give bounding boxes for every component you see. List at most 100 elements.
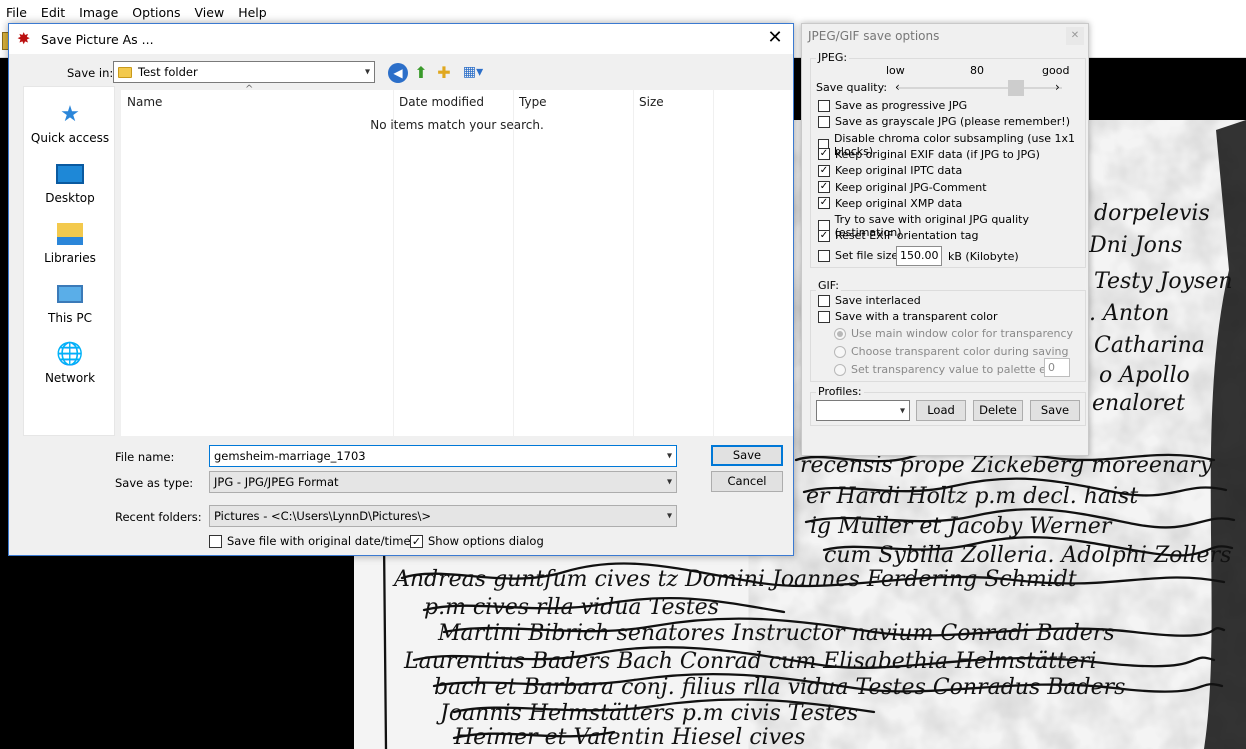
jpeg-option-checkbox[interactable]: ✓ Keep original IPTC data [818,164,962,177]
checkmark-icon: ✓ [818,197,830,210]
keep-date-checkbox[interactable]: Save file with original date/time [209,534,411,548]
desktop-icon [56,161,84,187]
keep-date-label: Save file with original date/time [227,534,411,548]
save-transparent-label: Save with a transparent color [835,310,998,323]
show-options-label: Show options dialog [428,534,544,548]
save-in-label: Save in: [67,66,114,80]
load-profile-button[interactable]: Load [916,400,966,421]
profiles-select[interactable]: ▾ [816,400,910,421]
checkbox-box [818,99,830,112]
empty-message: No items match your search. [370,118,544,132]
save-transparent-checkbox[interactable]: Save with a transparent color [818,310,998,323]
dialog-titlebar[interactable]: ✸ Save Picture As ... ✕ [9,24,793,54]
menu-view[interactable]: View [195,5,225,20]
place-label: This PC [48,311,92,325]
up-folder-icon[interactable]: ⬆ [411,62,431,82]
svg-text:recensis prope Zickeberg moree: recensis prope Zickeberg moreenary [800,453,1213,478]
place-this-pc[interactable]: This PC [24,281,116,325]
svg-text:er Hardi Holtz p.m decl. haist: er Hardi Holtz p.m decl. haist [806,484,1138,509]
checkmark-icon: ✓ [410,534,423,548]
column-divider [513,90,514,436]
svg-text:o Apollo: o Apollo [1099,363,1190,388]
radio-main-window-color[interactable]: Use main window color for transparency [834,327,1073,340]
place-network[interactable]: 🌐 Network [24,341,116,386]
checkbox-box [818,249,830,262]
svg-text:Joannis Helmstätters p.m civis: Joannis Helmstätters p.m civis Testes [436,701,858,726]
gif-group-label: GIF: [816,279,841,292]
slider-thumb[interactable] [1008,80,1025,96]
cancel-button[interactable]: Cancel [711,471,783,492]
save-in-combo[interactable]: Test folder ▾ [113,61,375,83]
checkmark-icon: ✓ [818,164,830,177]
jpeg-option-label: Keep original EXIF data (if JPG to JPG) [835,147,1040,161]
svg-text:Martini Bibrich senatores In: Martini Bibrich senatores Instructor nav… [437,621,1115,646]
file-name-value: gemsheim-marriage_1703 [214,449,366,463]
svg-text:cum Sybilla Zolleria. Adolphi: cum Sybilla Zolleria. Adolphi Zollers [824,543,1231,568]
file-size-input[interactable]: 150.00 [896,246,942,266]
app-logo-icon: ✸ [17,29,31,48]
checkmark-icon: ✓ [818,148,830,161]
jpeg-option-label: Reset EXIF orientation tag [835,229,979,243]
jpeg-gif-options-panel: JPEG/GIF save options ✕ JPEG: low 80 goo… [801,23,1089,456]
svg-text:enaloret: enaloret [1092,391,1185,416]
place-desktop[interactable]: Desktop [24,161,116,205]
slider-right-icon[interactable]: › [1055,80,1060,94]
column-size[interactable]: Size [633,90,713,114]
jpeg-option-checkbox[interactable]: ✓ Keep original JPG-Comment [818,181,987,194]
recent-folders-value: Pictures - <C:\Users\LynnD\Pictures\> [214,509,432,523]
column-type[interactable]: Type [513,90,633,114]
jpeg-option-checkbox[interactable]: Save as grayscale JPG (please remember!) [818,115,1070,128]
jpeg-option-checkbox[interactable]: Save as progressive JPG [818,99,967,112]
menu-help[interactable]: Help [238,5,267,20]
file-name-label: File name: [115,450,175,464]
radio-choose-color[interactable]: Choose transparent color during saving [834,345,1069,358]
close-icon[interactable]: ✕ [1066,27,1084,45]
dialog-title: Save Picture As ... [41,31,154,47]
recent-folders-label: Recent folders: [115,510,202,524]
menu-file[interactable]: File [6,5,27,20]
quality-low: low [886,64,905,77]
menu-options[interactable]: Options [132,5,180,20]
svg-text:Catharina: Catharina [1094,333,1205,358]
column-date[interactable]: Date modified [393,90,513,114]
computer-icon [56,281,84,307]
menu-image[interactable]: Image [79,5,118,20]
chevron-down-icon: ▾ [899,405,905,416]
file-name-input[interactable]: gemsheim-marriage_1703 ▾ [209,445,677,467]
close-icon[interactable]: ✕ [763,27,787,51]
quality-slider[interactable] [898,80,1062,96]
checkbox-box [818,115,830,128]
column-name[interactable]: Name [121,90,393,114]
save-profile-button[interactable]: Save [1030,400,1080,421]
place-label: Quick access [30,131,110,145]
save-button[interactable]: Save [711,445,783,466]
file-list[interactable]: Name ^ Date modified Type Size No items … [121,84,793,436]
slider-track [898,87,1062,89]
column-divider [393,90,394,436]
save-picture-dialog: ✸ Save Picture As ... ✕ Save in: Test fo… [8,23,794,556]
chevron-down-icon: ▾ [666,476,672,488]
quality-good: good [1042,64,1070,77]
save-type-select[interactable]: JPG - JPG/JPEG Format ▾ [209,471,677,493]
jpeg-option-checkbox[interactable]: ✓ Keep original EXIF data (if JPG to JPG) [818,148,1040,161]
set-file-size-checkbox[interactable]: Set file size: [818,249,902,262]
network-icon: 🌐 [56,341,84,367]
place-quick-access[interactable]: ★ Quick access [24,101,116,146]
jpeg-option-checkbox[interactable]: ✓ Reset EXIF orientation tag [818,229,978,242]
svg-text:dorpelevis: dorpelevis [1094,201,1210,226]
menu-edit[interactable]: Edit [41,5,65,20]
delete-profile-button[interactable]: Delete [973,400,1023,421]
chevron-down-icon: ▾ [364,66,370,78]
svg-text:ig Muller et Jacoby Werner: ig Muller et Jacoby Werner [810,514,1113,539]
radio-palette-entry[interactable]: Set transparency value to palette entry: [834,363,1071,376]
back-icon[interactable]: ◀ [388,63,408,83]
jpeg-option-checkbox[interactable]: ✓ Keep original XMP data [818,197,962,210]
new-folder-icon[interactable]: ✚ [434,62,454,82]
view-menu-icon[interactable]: ▦▾ [459,62,487,82]
show-options-checkbox[interactable]: ✓ Show options dialog [410,534,544,548]
place-libraries[interactable]: Libraries [24,221,116,265]
palette-entry-input[interactable]: 0 [1044,358,1070,377]
recent-folders-select[interactable]: Pictures - <C:\Users\LynnD\Pictures\> ▾ [209,505,677,527]
save-interlaced-checkbox[interactable]: Save interlaced [818,294,921,307]
svg-text:Andreas guntfum cives tz Domi: Andreas guntfum cives tz Domini Joannes … [392,567,1077,592]
